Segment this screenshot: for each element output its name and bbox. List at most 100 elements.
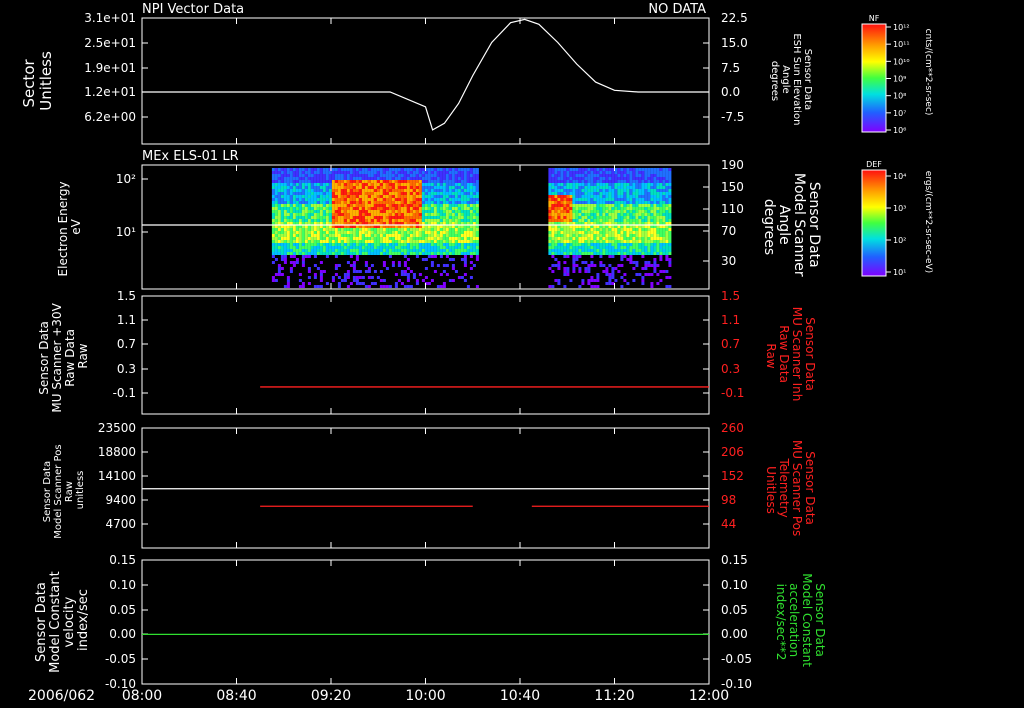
spectrogram-cell [367, 174, 371, 177]
spectrogram-cell [635, 264, 639, 267]
spectrogram-cell [430, 213, 434, 216]
spectrogram-cell [352, 210, 356, 213]
spectrogram-cell [283, 231, 287, 234]
spectrogram-cell [394, 195, 398, 198]
spectrogram-cell [448, 219, 452, 222]
spectrogram-cell [454, 198, 458, 201]
spectrogram-cell [569, 216, 573, 219]
spectrogram-cell [569, 171, 573, 174]
spectrogram-cell [566, 189, 570, 192]
spectrogram-cell [578, 210, 582, 213]
spectrogram-cell [644, 246, 648, 249]
spectrogram-cell [343, 198, 347, 201]
spectrogram-cell [364, 231, 368, 234]
spectrogram-cell [271, 216, 275, 219]
spectrogram-cell [415, 183, 419, 186]
spectrogram-cell [593, 201, 597, 204]
spectrogram-cell [656, 228, 660, 231]
spectrogram-cell [421, 198, 425, 201]
spectrogram-cell [653, 246, 657, 249]
spectrogram-cell [370, 240, 374, 243]
spectrogram-cell [442, 234, 446, 237]
spectrogram-cell [409, 243, 413, 246]
spectrogram-cell [448, 243, 452, 246]
spectrogram-cell [271, 198, 275, 201]
spectrogram-cell [400, 168, 404, 171]
spectrogram-cell [436, 234, 440, 237]
spectrogram-cell [271, 213, 275, 216]
spectrogram-cell [298, 201, 302, 204]
spectrogram-cell [602, 246, 606, 249]
spectrogram-cell [629, 234, 633, 237]
spectrogram-cell [310, 213, 314, 216]
spectrogram-cell [662, 183, 666, 186]
spectrogram-cell [472, 252, 476, 255]
spectrogram-cell [412, 207, 416, 210]
spectrogram-cell [629, 261, 633, 264]
spectrogram-cell [427, 249, 431, 252]
spectrogram-cell [358, 210, 362, 213]
spectrogram-cell [430, 198, 434, 201]
spectrogram-cell [551, 168, 555, 171]
spectrogram-cell [463, 231, 467, 234]
spectrogram-cell [424, 231, 428, 234]
spectrogram-cell [430, 177, 434, 180]
spectrogram-cell [668, 258, 672, 261]
spectrogram-cell [286, 171, 290, 174]
spectrogram-cell [388, 216, 392, 219]
spectrogram-cell [355, 252, 359, 255]
spectrogram-cell [322, 210, 326, 213]
spectrogram-cell [641, 168, 645, 171]
spectrogram-cell [343, 243, 347, 246]
spectrogram-cell [352, 228, 356, 231]
spectrogram-cell [304, 216, 308, 219]
spectrogram-cell [307, 246, 311, 249]
spectrogram-cell [412, 246, 416, 249]
spectrogram-cell [418, 195, 422, 198]
spectrogram-cell [611, 237, 615, 240]
spectrogram-cell [626, 240, 630, 243]
spectrogram-cell [424, 234, 428, 237]
spectrogram-cell [397, 213, 401, 216]
spectrogram-cell [352, 189, 356, 192]
spectrogram-cell [337, 240, 341, 243]
panel1-ylabel-right-line3: Angle [780, 65, 791, 93]
spectrogram-cell [472, 174, 476, 177]
spectrogram-cell [620, 264, 624, 267]
spectrogram-cell [406, 234, 410, 237]
spectrogram-cell [626, 201, 630, 204]
spectrogram-cell [668, 186, 672, 189]
spectrogram-cell [286, 228, 290, 231]
spectrogram-cell [572, 234, 576, 237]
spectrogram-cell [319, 213, 323, 216]
spectrogram-cell [409, 231, 413, 234]
spectrogram-cell [581, 240, 585, 243]
spectrogram-cell [659, 213, 663, 216]
spectrogram-cell [460, 252, 464, 255]
spectrogram-cell [635, 219, 639, 222]
spectrogram-cell [325, 210, 329, 213]
spectrogram-cell [641, 207, 645, 210]
spectrogram-cell [644, 180, 648, 183]
spectrogram-cell [283, 255, 287, 258]
spectrogram-cell [472, 180, 476, 183]
spectrogram-cell [566, 186, 570, 189]
panel5-ylabel-left-line1: Sensor Data [34, 582, 49, 662]
spectrogram-cell [349, 168, 353, 171]
spectrogram-cell [617, 240, 621, 243]
spectrogram-cell [557, 249, 561, 252]
spectrogram-cell [457, 234, 461, 237]
spectrogram-cell [382, 279, 386, 282]
spectrogram-cell [430, 228, 434, 231]
spectrogram-cell [641, 252, 645, 255]
spectrogram-cell [635, 213, 639, 216]
spectrogram-cell [346, 270, 350, 273]
spectrogram-cell [659, 192, 663, 195]
spectrogram-cell [406, 249, 410, 252]
spectrogram-cell [385, 201, 389, 204]
spectrogram-cell [656, 168, 660, 171]
spectrogram-cell [647, 216, 651, 219]
spectrogram-cell [373, 192, 377, 195]
spectrogram-cell [590, 216, 594, 219]
spectrogram-cell [280, 213, 284, 216]
